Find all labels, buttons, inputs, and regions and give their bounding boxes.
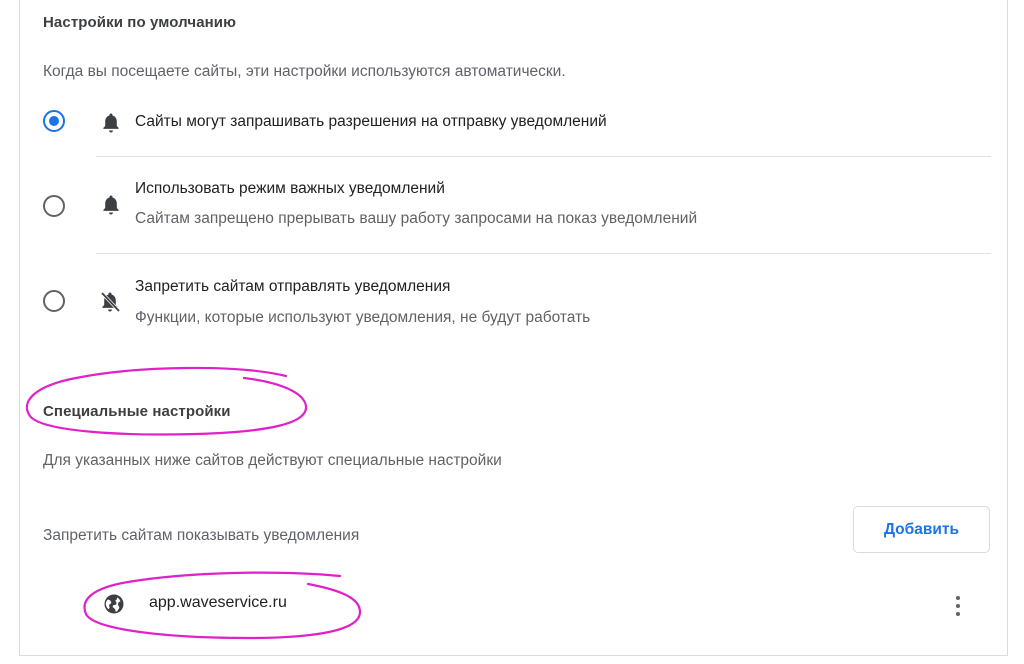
divider xyxy=(96,156,991,157)
default-settings-description: Когда вы посещаете сайты, эти настройки … xyxy=(43,63,566,80)
radio-button-block[interactable] xyxy=(43,290,65,312)
option-block-label[interactable]: Запретить сайтам отправлять уведомления xyxy=(135,278,450,296)
option-quiet-label[interactable]: Использовать режим важных уведомлений xyxy=(135,180,445,198)
add-site-button[interactable]: Добавить xyxy=(853,506,990,553)
more-vert-icon-dot xyxy=(956,612,960,616)
settings-card xyxy=(19,0,1008,656)
option-quiet-sublabel: Сайтам запрещено прерывать вашу работу з… xyxy=(135,210,698,227)
more-vert-icon-dot xyxy=(956,604,960,608)
divider xyxy=(96,253,991,254)
highlight-ellipse xyxy=(83,571,362,640)
more-vert-icon xyxy=(956,596,960,600)
option-block-sublabel: Функции, которые используют уведомления,… xyxy=(135,309,591,326)
radio-button-quiet[interactable] xyxy=(43,195,65,217)
blocked-sites-label: Запретить сайтам показывать уведомления xyxy=(43,527,360,544)
bell-icon xyxy=(101,112,121,134)
custom-settings-description: Для указанных ниже сайтов действуют спец… xyxy=(43,452,502,469)
bell-off-icon xyxy=(99,290,121,314)
more-actions-button[interactable] xyxy=(947,591,969,621)
radio-button-allow[interactable] xyxy=(43,110,65,132)
default-settings-title: Настройки по умолчанию xyxy=(43,14,237,31)
bell-icon xyxy=(101,194,121,216)
highlight-ellipse xyxy=(25,366,308,436)
option-allow-label: Сайты могут запрашивать разрешения на от… xyxy=(135,113,607,130)
